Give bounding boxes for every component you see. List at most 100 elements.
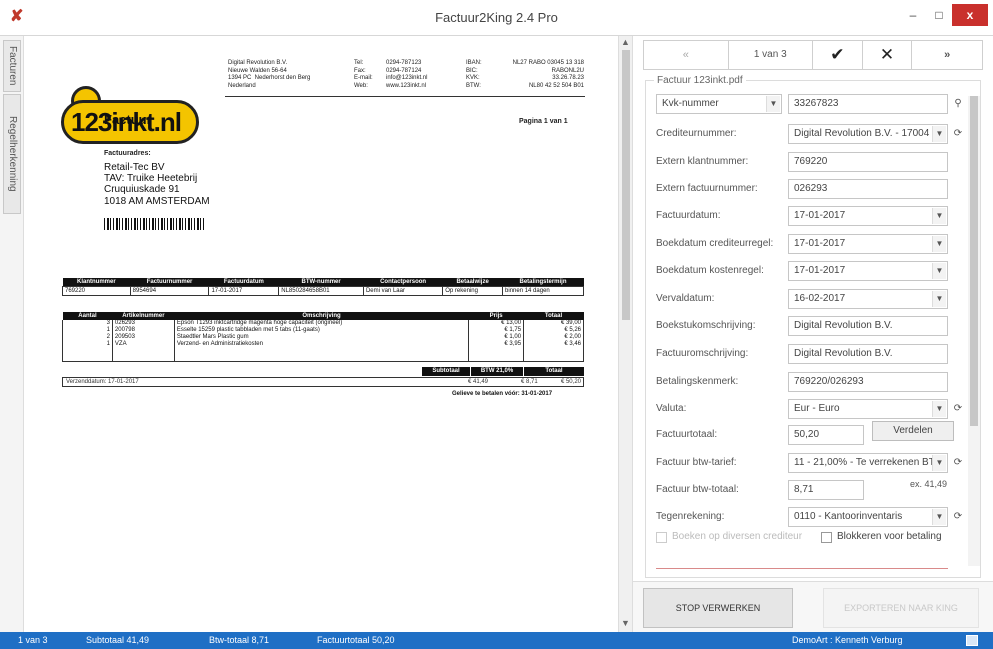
refresh-icon[interactable]: ⟳ [951, 125, 965, 143]
status-vat: Btw-totaal 8,71 [209, 635, 270, 645]
status-total: Factuurtotaal 50,20 [317, 635, 395, 645]
form-scrollbar[interactable] [968, 96, 980, 566]
meta-header: Factuurnummer [130, 278, 209, 287]
field-dropdown[interactable]: 17-01-2017 ▼ [788, 234, 948, 254]
field-dropdown[interactable]: 16-02-2017 ▼ [788, 289, 948, 309]
status-window-icon [966, 635, 978, 646]
field-dropdown[interactable]: 11 - 21,00% - Te verrekenen BT ▼ [788, 453, 948, 473]
qty-cell: 3 [62, 320, 113, 327]
field-label: Betalingskenmerk: [656, 376, 739, 387]
field-value: 769220 [794, 156, 828, 167]
diverse-creditor-checkbox[interactable] [656, 532, 667, 543]
description-cell: Esselte 15259 plastic tabbladen met 5 ta… [173, 327, 470, 334]
refresh-icon[interactable]: ⟳ [951, 454, 965, 472]
reject-button[interactable]: ✕ [863, 41, 913, 69]
chevron-down-icon: ▼ [932, 455, 946, 471]
ex-vat-label: ex. 41,49 [910, 479, 948, 489]
field-dropdown[interactable]: 17-01-2017 ▼ [788, 261, 948, 281]
maximize-button[interactable]: □ [926, 4, 952, 26]
processing-panel: « 1 van 3 ✔ ✕ » Factuur 123inkt.pdf Kvk-… [632, 36, 993, 632]
chevron-down-icon: ▼ [932, 291, 946, 307]
price-cell: € 3,95 [468, 341, 525, 362]
document-scrollbar[interactable]: ▲ ▼ [618, 36, 632, 632]
side-tab-strip: Facturen Regelherkenning [0, 36, 24, 632]
refresh-icon[interactable]: ⟳ [951, 508, 965, 526]
block-payment-label: Blokkeren voor betaling [837, 531, 942, 542]
meta-header: Betaalwijze [442, 278, 503, 287]
tab-regelherkenning[interactable]: Regelherkenning [3, 94, 21, 214]
field-dropdown[interactable]: 0110 - Kantoorinventaris ▼ [788, 507, 948, 527]
scroll-down-icon[interactable]: ▼ [621, 618, 630, 628]
meta-cell: NL850284658B01 [278, 286, 364, 296]
field-dropdown[interactable]: Digital Revolution B.V. - 17004 ▼ [788, 124, 948, 144]
field-value: Eur - Euro [794, 403, 840, 414]
meta-header: Factuurdatum [208, 278, 279, 287]
field-input[interactable]: 769220 [788, 152, 948, 172]
address-label: Factuuradres: [104, 150, 151, 157]
field-value: 50,20 [794, 429, 820, 440]
tab-facturen[interactable]: Facturen [3, 40, 21, 92]
field-label: Factuur btw-totaal: [656, 484, 739, 495]
field-label: Vervaldatum: [656, 293, 715, 304]
meta-header: Contactpersoon [363, 278, 443, 287]
invoice-preview: 123inkt.nl Digital Revolution B.V. Nieuw… [24, 36, 618, 632]
approve-button[interactable]: ✔ [813, 41, 863, 69]
search-icon[interactable]: ⚲ [951, 95, 965, 113]
address-line: 1018 AM AMSTERDAM [104, 196, 210, 207]
qty-cell: 1 [62, 341, 113, 362]
field-label: Factuur btw-tarief: [656, 457, 737, 468]
search-input[interactable]: 33267823 [788, 94, 948, 114]
block-payment-checkbox[interactable] [821, 532, 832, 543]
export-to-king-button[interactable]: EXPORTEREN NAAR KING [823, 588, 979, 628]
field-dropdown[interactable]: 17-01-2017 ▼ [788, 206, 948, 226]
field-input[interactable]: 50,20 [788, 425, 864, 445]
total-cell: € 2,00 [523, 334, 584, 341]
chevron-down-icon: ▼ [766, 96, 780, 112]
refresh-icon[interactable]: ⟳ [951, 400, 965, 418]
table-row: 2 209503 Staedtler Mars Plastic gum € 1,… [62, 334, 584, 341]
invoice-lines-table: Aantal Artikelnummer Omschrijving Prijs … [62, 312, 584, 362]
next-button[interactable]: » [912, 41, 982, 69]
lines-header: Prijs [468, 312, 524, 320]
barcode [104, 218, 204, 230]
scroll-up-icon[interactable]: ▲ [621, 37, 630, 47]
minimize-button[interactable]: – [900, 4, 926, 26]
search-type-select[interactable]: Kvk-nummer ▼ [656, 94, 782, 114]
field-label: Factuuromschrijving: [656, 348, 749, 359]
address-line: Cruquiuskade 91 [104, 184, 180, 195]
chevron-down-icon: ▼ [932, 263, 946, 279]
field-label: Extern klantnummer: [656, 156, 749, 167]
field-value: 769220/026293 [794, 376, 864, 387]
field-input[interactable]: 8,71 [788, 480, 864, 500]
contact-labels: Tel: Fax: E-mail: Web: [354, 60, 373, 89]
meta-cell: binnen 14 dagen [502, 286, 584, 296]
verdelen-button[interactable]: Verdelen [872, 421, 954, 441]
total-header: Totaal [524, 367, 584, 376]
field-dropdown[interactable]: Eur - Euro ▼ [788, 399, 948, 419]
scroll-thumb[interactable] [622, 50, 630, 320]
invoice-navigator: « 1 van 3 ✔ ✕ » [643, 40, 983, 70]
field-label: Factuurtotaal: [656, 429, 718, 440]
sku-cell: VZA [111, 341, 175, 362]
page-indicator: Pagina 1 van 1 [519, 118, 568, 125]
field-value: Digital Revolution B.V. - 17004 [794, 128, 930, 139]
field-label: Crediteurnummer: [656, 128, 737, 139]
meta-cell: Demi van Laar [362, 286, 444, 296]
price-cell: € 13,00 [468, 320, 525, 327]
due-date-text: Gelieve te betalen vóór: 31-01-2017 [452, 391, 553, 397]
meta-header: BTW-nummer [278, 278, 364, 287]
document-title: Factuur [104, 112, 152, 127]
field-value: Digital Revolution B.V. [794, 320, 893, 331]
status-user: DemoArt : Kenneth Verburg [792, 635, 903, 645]
field-input[interactable]: 769220/026293 [788, 372, 948, 392]
form-scroll-thumb[interactable] [970, 96, 978, 426]
field-value: 17-01-2017 [794, 265, 846, 276]
chevron-down-icon: ▼ [932, 126, 946, 142]
close-button[interactable]: x [952, 4, 988, 26]
field-input[interactable]: Digital Revolution B.V. [788, 344, 948, 364]
previous-button[interactable]: « [644, 41, 729, 69]
field-label: Boekstukomschrijving: [656, 320, 756, 331]
stop-processing-button[interactable]: STOP VERWERKEN [643, 588, 793, 628]
field-input[interactable]: Digital Revolution B.V. [788, 316, 948, 336]
field-input[interactable]: 026293 [788, 179, 948, 199]
